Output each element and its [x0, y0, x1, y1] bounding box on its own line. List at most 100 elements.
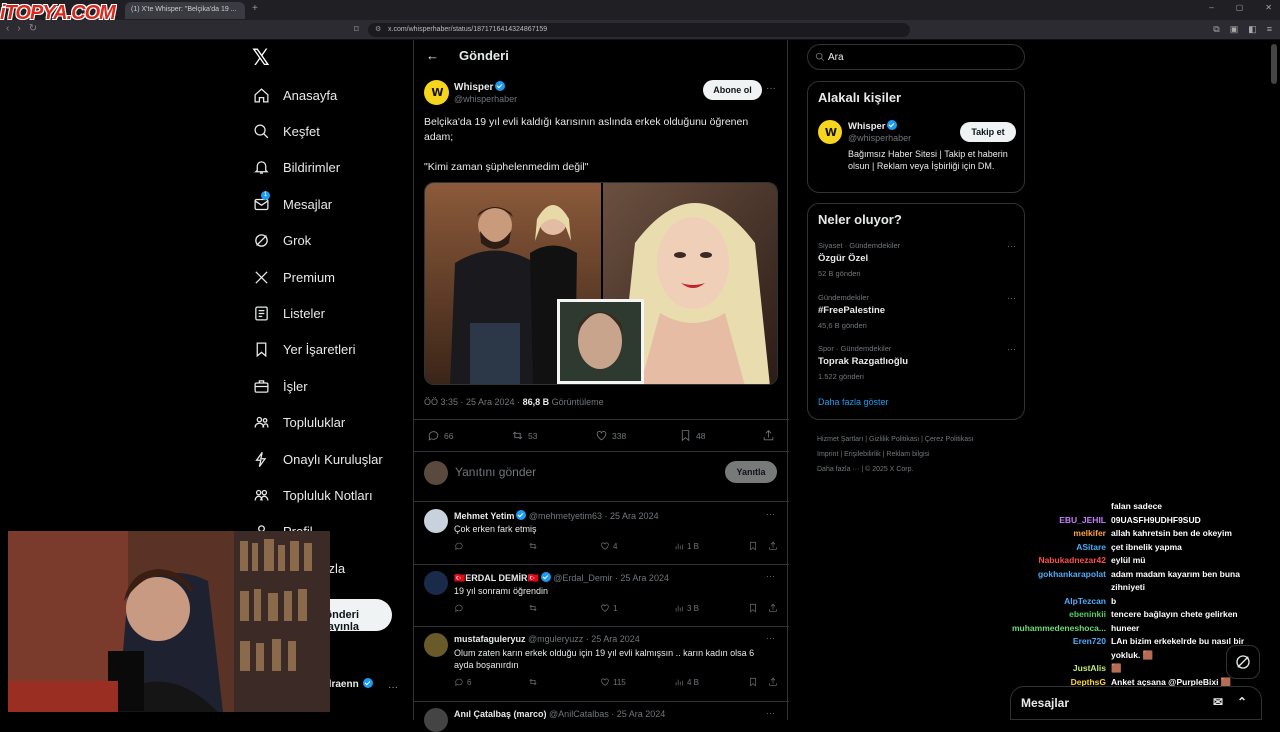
forward-icon[interactable]: ›	[17, 23, 20, 34]
comment-more-icon[interactable]: ···	[766, 509, 775, 519]
comment-reply[interactable]	[454, 603, 467, 613]
comment-handle[interactable]: @Erdal_Demir · 25 Ara 2024	[553, 573, 669, 583]
comment-more-icon[interactable]: ···	[766, 633, 775, 643]
nav-item-list[interactable]: Listeler	[252, 304, 325, 322]
nav-item-people[interactable]: Topluluklar	[252, 414, 345, 432]
reload-icon[interactable]: ↻	[29, 23, 37, 34]
post-image[interactable]	[424, 182, 778, 385]
post-more-icon[interactable]: ···	[766, 83, 776, 94]
reply-action[interactable]: 66	[427, 429, 453, 442]
footer-link[interactable]: Hizmet Şartları	[817, 436, 863, 443]
comment-more-icon[interactable]: ···	[766, 571, 775, 581]
footer-link[interactable]: © 2025 X Corp.	[865, 466, 913, 473]
trend-item[interactable]: Siyaset · Gündemdekiler Özgür Özel 52 B gö…	[818, 241, 1016, 278]
related-name[interactable]: Whisper	[848, 120, 898, 132]
footer-link[interactable]: Daha fazla ···	[817, 466, 859, 473]
comment-reply[interactable]	[454, 541, 467, 551]
reply-input[interactable]: Yanıtını gönder	[455, 465, 536, 479]
bookmark-action[interactable]: 48	[679, 429, 705, 442]
x-logo[interactable]: 𝕏	[252, 46, 270, 71]
search-input[interactable]: Ara	[807, 44, 1025, 70]
comment-views[interactable]: 3 B	[674, 603, 699, 613]
comment-repost[interactable]	[528, 603, 541, 613]
footer-link[interactable]: Imprint	[817, 451, 838, 458]
sidebar-icon[interactable]: ◧	[1248, 24, 1257, 35]
post-time[interactable]: ÖÖ 3:35 · 25 Ara 2024 ·	[424, 397, 523, 407]
footer-link[interactable]: Gizlilik Politikası	[869, 436, 919, 443]
comment-like[interactable]: 1	[600, 603, 617, 613]
nav-item-x[interactable]: Premium	[252, 268, 335, 286]
comment-avatar[interactable]	[424, 708, 448, 732]
account-more-icon[interactable]: ···	[388, 682, 398, 693]
comment-like[interactable]: 4	[600, 541, 617, 551]
url-field[interactable]: ⚙ x.com/whisperhaber/status/1871716414324…	[368, 23, 910, 37]
like-action[interactable]: 338	[595, 429, 626, 442]
footer-link[interactable]: Erişilebilirlik	[844, 451, 881, 458]
new-message-icon[interactable]: ✉	[1213, 695, 1223, 709]
site-info-icon[interactable]: ⚙	[375, 25, 381, 33]
nav-item-bell[interactable]: Bildirimler	[252, 159, 340, 177]
show-more-link[interactable]: Daha fazla göster	[818, 397, 889, 407]
comment-bookmark[interactable]	[748, 603, 758, 613]
share-action[interactable]	[762, 429, 775, 442]
extensions-icon[interactable]: ⧉	[1213, 24, 1219, 35]
trend-item[interactable]: Gündemdekiler #FreePalestine 45,6 B gönder…	[818, 293, 1016, 330]
comment-views[interactable]: 4 B	[674, 677, 699, 687]
footer-link[interactable]: Reklam bilgisi	[886, 451, 929, 458]
nav-item-home[interactable]: Anasayfa	[252, 86, 337, 104]
related-avatar[interactable]: W	[818, 120, 842, 144]
subscribe-button[interactable]: Abone ol	[703, 80, 762, 100]
comment-avatar[interactable]	[424, 509, 448, 533]
nav-item-briefcase[interactable]: İşler	[252, 377, 308, 395]
comment-author[interactable]: mustafaguleryuz	[454, 634, 526, 644]
follow-button[interactable]: Takip et	[960, 122, 1016, 142]
comment-share[interactable]	[768, 603, 778, 613]
comment-bookmark[interactable]	[748, 541, 758, 551]
comment-author[interactable]: Mehmet Yetim	[454, 511, 514, 521]
comment-author[interactable]: Anıl Çatalbaş (marco)	[454, 709, 547, 719]
comment-handle[interactable]: @mehmetyetim63 · 25 Ara 2024	[529, 511, 659, 521]
author-name[interactable]: Whisper	[454, 81, 506, 93]
scrollbar[interactable]	[1271, 44, 1277, 84]
comment-handle[interactable]: @mguleryuzz · 25 Ara 2024	[528, 634, 640, 644]
nav-item-bookmark[interactable]: Yer İşaretleri	[252, 341, 356, 359]
nav-item-notes[interactable]: Topluluk Notları	[252, 486, 373, 504]
trend-item[interactable]: Spor · Gündemdekiler Toprak Razgatlıoğlu 1…	[818, 344, 1016, 381]
nav-item-bolt[interactable]: Onaylı Kuruluşlar	[252, 450, 383, 468]
menu-icon[interactable]: ≡	[1267, 24, 1272, 35]
browser-tab[interactable]: (1) X'te Whisper: "Belçika'da 19 ...	[125, 2, 245, 19]
comment-views[interactable]: 1 B	[674, 541, 699, 551]
back-icon[interactable]: ‹	[6, 23, 9, 34]
comment-handle[interactable]: @AnilCatalbas · 25 Ara 2024	[549, 709, 665, 719]
comment-share[interactable]	[768, 541, 778, 551]
trend-more-icon[interactable]: ···	[1007, 293, 1016, 303]
nav-item-mail[interactable]: 1 Mesajlar	[252, 191, 332, 213]
expand-icon[interactable]: ⌃	[1237, 695, 1247, 709]
reply-button[interactable]: Yanıtla	[725, 461, 777, 483]
repost-action[interactable]: 53	[511, 429, 537, 442]
author-avatar[interactable]: W	[424, 80, 449, 105]
comment-bookmark[interactable]	[748, 677, 758, 687]
minimize-icon[interactable]: –	[1209, 3, 1213, 12]
comment-author[interactable]: 🇹🇷ERDAL DEMİR🇹🇷	[454, 573, 539, 583]
comment-avatar[interactable]	[424, 571, 448, 595]
bookmark-page-icon[interactable]: ⌑	[354, 24, 359, 35]
trend-more-icon[interactable]: ···	[1007, 344, 1016, 354]
maximize-icon[interactable]: ▢	[1236, 3, 1244, 12]
nav-item-search[interactable]: Keşfet	[252, 122, 320, 140]
trend-more-icon[interactable]: ···	[1007, 241, 1016, 251]
nav-item-grok[interactable]: Grok	[252, 232, 311, 250]
messages-dock[interactable]: Mesajlar ✉ ⌃	[1010, 686, 1262, 720]
comment-repost[interactable]	[528, 677, 541, 687]
author-handle[interactable]: @whisperhaber	[454, 94, 517, 104]
related-handle[interactable]: @whisperhaber	[848, 133, 911, 143]
footer-link[interactable]: Çerez Politikası	[925, 436, 974, 443]
grok-button[interactable]	[1226, 645, 1260, 679]
new-tab-button[interactable]: +	[252, 3, 258, 14]
comment-repost[interactable]	[528, 541, 541, 551]
back-arrow-icon[interactable]: ←	[426, 48, 439, 63]
comment-share[interactable]	[768, 677, 778, 687]
close-icon[interactable]: ✕	[1265, 3, 1272, 12]
comment-like[interactable]: 115	[600, 677, 626, 687]
wallet-icon[interactable]: ▣	[1230, 24, 1239, 35]
